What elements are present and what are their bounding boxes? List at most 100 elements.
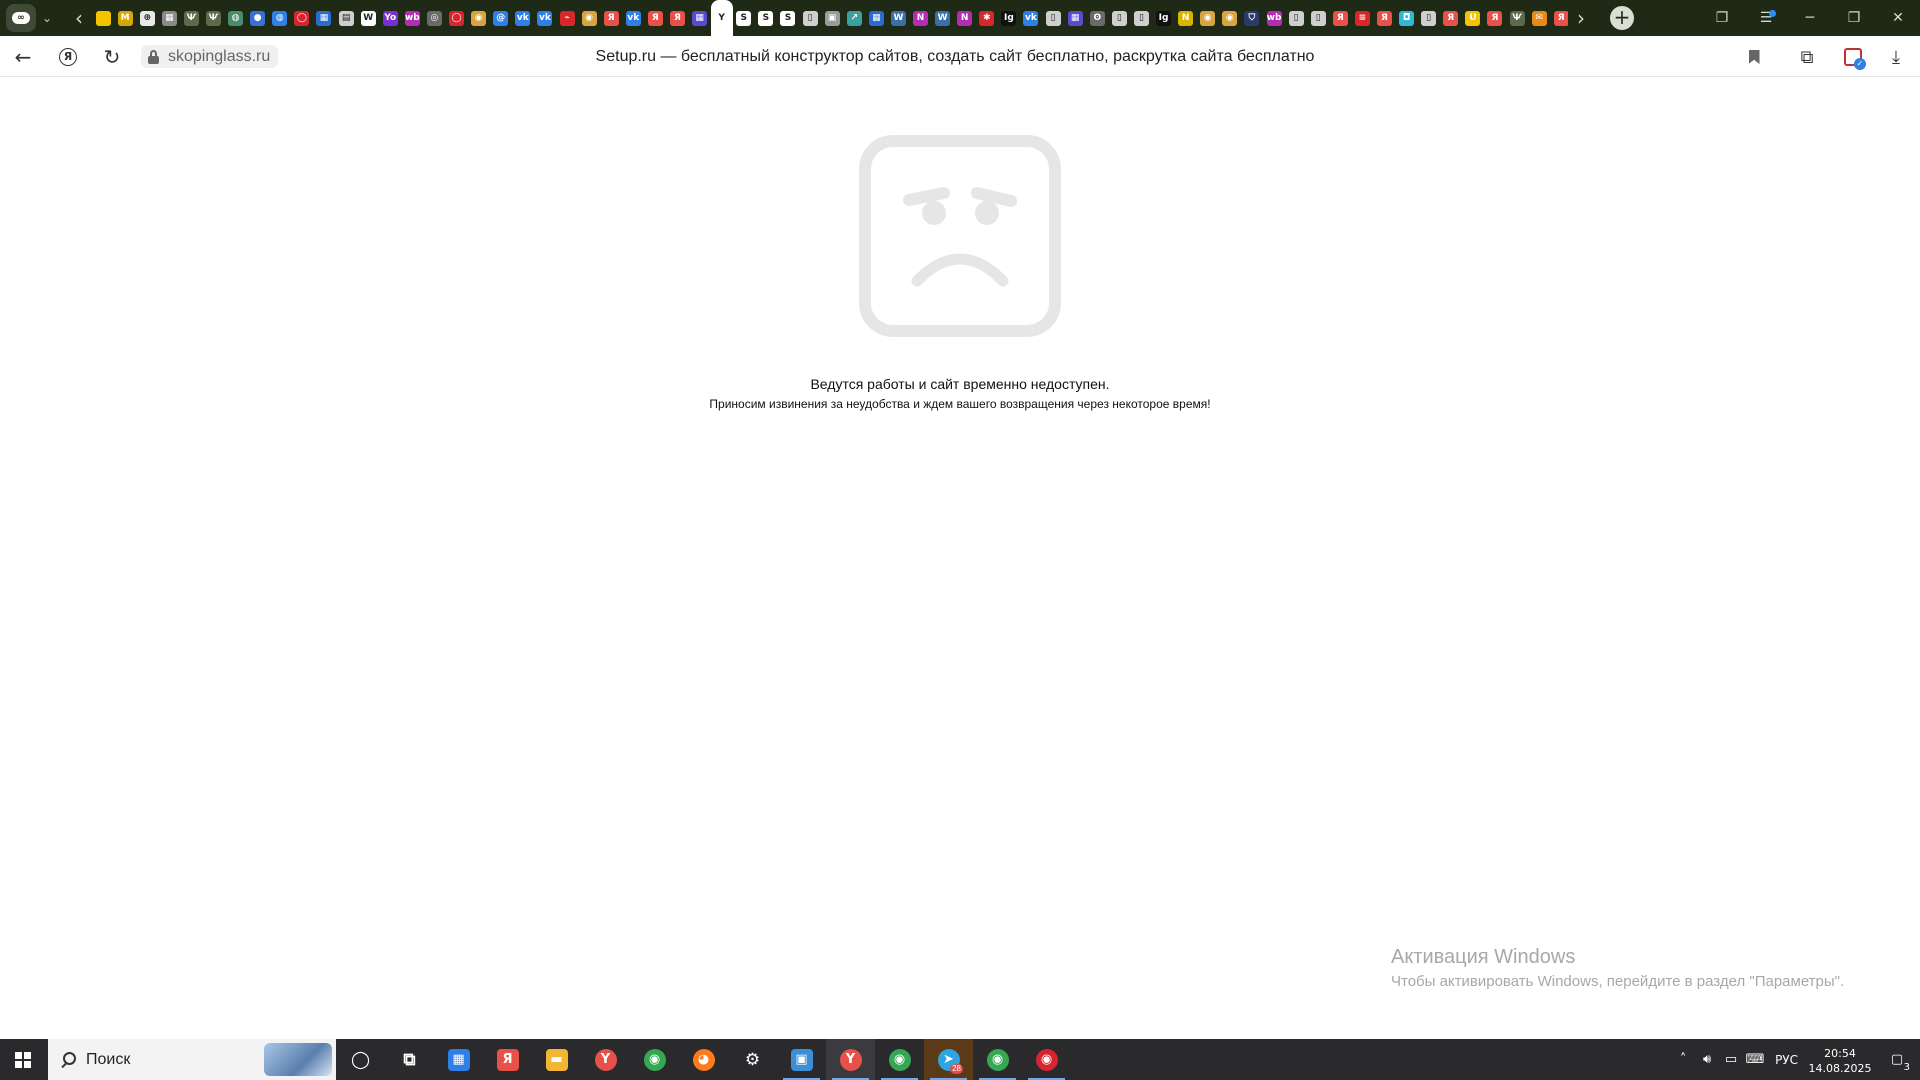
collections-icon[interactable]: ❐ <box>1700 0 1744 36</box>
taskbar-app-task-view[interactable]: ⧉ <box>385 1039 434 1080</box>
new-tab-button[interactable]: + <box>1610 6 1634 30</box>
yandex-home-button[interactable]: Я <box>52 42 84 72</box>
pinned-tab[interactable]: vk <box>1020 0 1042 36</box>
pinned-tab[interactable]: ⊕ <box>136 0 158 36</box>
pinned-tab[interactable]: ʘ <box>1086 0 1108 36</box>
pinned-tab[interactable]: ▯ <box>1285 0 1307 36</box>
pinned-tab[interactable]: Я <box>1550 0 1568 36</box>
pinned-tab[interactable]: vk <box>512 0 534 36</box>
pinned-tab[interactable]: ▣ <box>821 0 843 36</box>
pinned-tab[interactable]: vk <box>622 0 644 36</box>
taskbar-app-chrome[interactable]: ◉ <box>630 1039 679 1080</box>
pinned-tab[interactable]: S <box>755 0 777 36</box>
pinned-tab[interactable]: ◉ <box>578 0 600 36</box>
pinned-tab[interactable]: ▤ <box>335 0 357 36</box>
taskbar-app-chrome-profile[interactable]: ◉ <box>1022 1039 1071 1080</box>
pinned-tab[interactable]: ✉ <box>1528 0 1550 36</box>
pinned-tab[interactable]: Ig <box>1153 0 1175 36</box>
taskbar-app-cortana[interactable]: ◯ <box>336 1039 385 1080</box>
pinned-tab[interactable]: ◉ <box>468 0 490 36</box>
pinned-tab[interactable]: ▦ <box>689 0 711 36</box>
pinned-tab[interactable]: ▯ <box>1130 0 1152 36</box>
pinned-tab[interactable]: ⛉ <box>1241 0 1263 36</box>
pinned-tab[interactable]: ▯ <box>799 0 821 36</box>
pinned-tab[interactable]: vk <box>534 0 556 36</box>
pinned-tab[interactable]: ◯ <box>446 0 468 36</box>
address-bar[interactable]: skopinglass.ru <box>141 45 279 68</box>
pinned-tab[interactable]: ✱ <box>976 0 998 36</box>
reload-button[interactable]: ↻ <box>96 42 128 72</box>
pinned-tab[interactable]: Я <box>1373 0 1395 36</box>
pinned-tab[interactable]: N <box>1175 0 1197 36</box>
browser-menu-button[interactable]: ∞ <box>6 4 36 32</box>
pinned-tab[interactable]: ⌁ <box>556 0 578 36</box>
pinned-tab[interactable]: S <box>733 0 755 36</box>
taskbar-app-monitor-app[interactable]: ▣ <box>777 1039 826 1080</box>
pinned-tab[interactable]: Ig <box>998 0 1020 36</box>
pinned-tab[interactable]: N <box>954 0 976 36</box>
pinned-tab[interactable]: ◎ <box>423 0 445 36</box>
tray-overflow-icon[interactable]: ˄ <box>1671 1039 1695 1080</box>
pinned-tab[interactable]: ↗ <box>843 0 865 36</box>
taskbar-search[interactable]: Поиск <box>48 1039 336 1080</box>
pinned-tab[interactable] <box>92 0 114 36</box>
pinned-tab[interactable]: S <box>777 0 799 36</box>
pinned-tab[interactable]: Ѱ <box>1506 0 1528 36</box>
pinned-tab[interactable]: Я <box>1329 0 1351 36</box>
volume-icon[interactable]: 🔊︎ <box>1695 1039 1719 1080</box>
page-title[interactable]: Setup.ru — бесплатный конструктор сайтов… <box>560 36 1350 77</box>
battery-icon[interactable]: ▭ <box>1719 1039 1743 1080</box>
pinned-tab[interactable]: Я <box>644 0 666 36</box>
pinned-tab[interactable]: N <box>909 0 931 36</box>
close-icon[interactable]: ✕ <box>1876 0 1920 36</box>
notification-center-button[interactable]: ▢ 3 <box>1874 1039 1920 1080</box>
pinned-tab[interactable]: ◘ <box>1396 0 1418 36</box>
pinned-tab[interactable]: Я <box>1484 0 1506 36</box>
clock[interactable]: 20:54 14.08.2025 <box>1806 1039 1874 1080</box>
taskbar-app-chrome-profile[interactable]: ◉ <box>875 1039 924 1080</box>
pinned-tab[interactable]: ▦ <box>158 0 180 36</box>
taskbar-app-file-explorer[interactable]: ▬ <box>532 1039 581 1080</box>
tabs-scroll-right-icon[interactable]: › <box>1568 4 1594 32</box>
pinned-tab[interactable]: ● <box>247 0 269 36</box>
extension-button[interactable]: ✓ <box>1837 42 1869 72</box>
pinned-tab[interactable]: @ <box>490 0 512 36</box>
pinned-tab[interactable]: Я <box>666 0 688 36</box>
pinned-tab[interactable]: ▦ <box>865 0 887 36</box>
pinned-tab[interactable]: ◉ <box>1219 0 1241 36</box>
pinned-tab[interactable]: W <box>932 0 954 36</box>
language-indicator[interactable]: РУС <box>1767 1039 1806 1080</box>
pinned-tab[interactable]: Y <box>710 0 733 36</box>
pinned-tab[interactable]: ▦ <box>313 0 335 36</box>
menu-notifications-icon[interactable]: ☰ <box>1744 0 1788 36</box>
pinned-tab[interactable]: ▯ <box>1418 0 1440 36</box>
minimize-icon[interactable]: ─ <box>1788 0 1832 36</box>
pinned-tab[interactable]: wb <box>1263 0 1285 36</box>
pinned-tab[interactable]: Я <box>1440 0 1462 36</box>
pinned-tab[interactable]: Я <box>600 0 622 36</box>
pinned-tab[interactable]: ◉ <box>1197 0 1219 36</box>
pinned-tab[interactable]: wb <box>401 0 423 36</box>
pinned-tab[interactable]: ≡ <box>1351 0 1373 36</box>
pinned-tab[interactable]: W <box>887 0 909 36</box>
pinned-tab[interactable]: ◯ <box>291 0 313 36</box>
pinned-tab[interactable]: W <box>357 0 379 36</box>
taskbar-app-yandex-app[interactable]: Я <box>483 1039 532 1080</box>
back-button[interactable]: ← <box>7 42 39 72</box>
taskbar-app-chrome-profile[interactable]: ◉ <box>973 1039 1022 1080</box>
taskbar-app-yandex-browser[interactable]: Y <box>581 1039 630 1080</box>
pinned-tab[interactable]: U <box>1462 0 1484 36</box>
pinned-tab[interactable]: M <box>114 0 136 36</box>
taskbar-app-yandex-browser-active[interactable]: Y <box>826 1039 875 1080</box>
pinned-tab[interactable]: ▯ <box>1108 0 1130 36</box>
downloads-button[interactable]: ⤓ <box>1880 42 1912 72</box>
taskbar-app-firefox[interactable]: ◕ <box>679 1039 728 1080</box>
pinned-tab[interactable]: Yo <box>379 0 401 36</box>
restore-icon[interactable]: ❐ <box>1832 0 1876 36</box>
tab-list-dropdown-icon[interactable]: ⌄ <box>36 4 58 32</box>
pinned-tab[interactable]: Ѱ <box>202 0 224 36</box>
taskbar-app-store[interactable]: ▦ <box>434 1039 483 1080</box>
pinned-tab[interactable]: ◍ <box>225 0 247 36</box>
pinned-tab[interactable]: Ѱ <box>180 0 202 36</box>
taskbar-app-settings[interactable]: ⚙ <box>728 1039 777 1080</box>
